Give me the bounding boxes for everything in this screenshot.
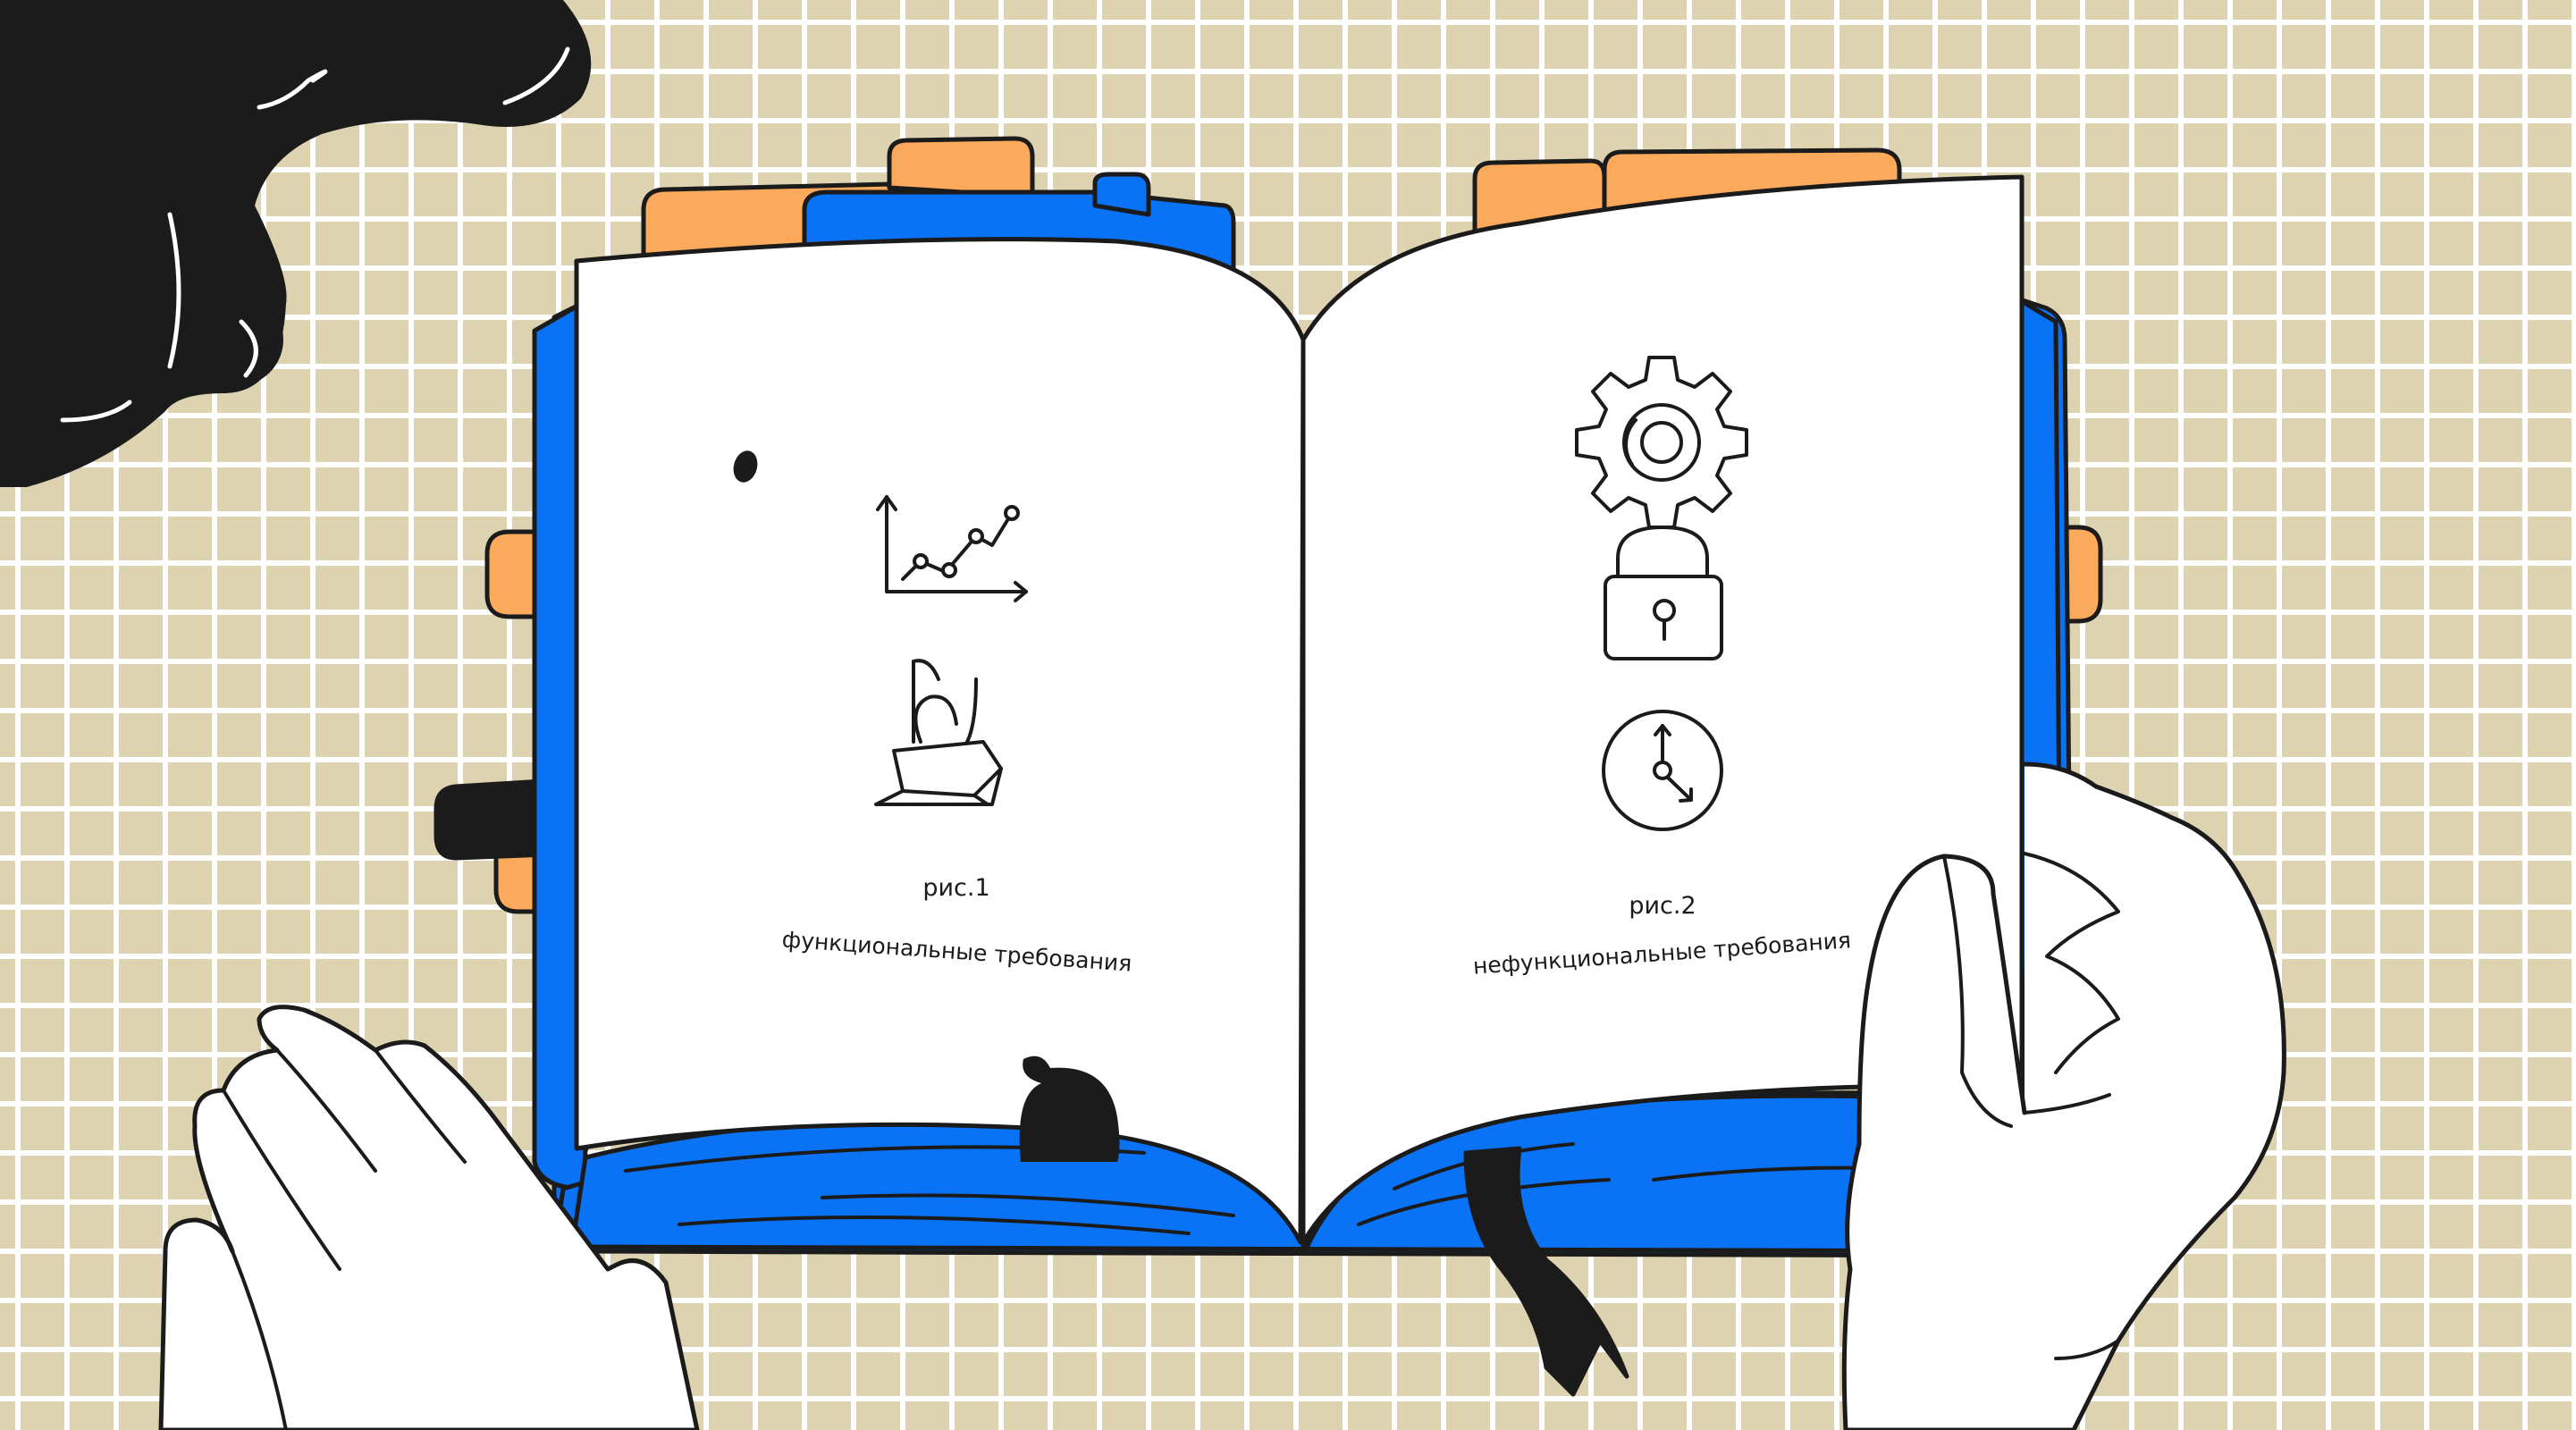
left-page bbox=[574, 237, 1306, 1245]
clock-icon bbox=[1602, 710, 1723, 831]
figure-label-2: рис.2 bbox=[1629, 892, 1696, 920]
person-hair bbox=[0, 0, 592, 487]
book-illustration: .ol { stroke: #1b1b1b; stroke-width: 5; … bbox=[0, 0, 2286, 1430]
gear-icon bbox=[1575, 356, 1748, 529]
figure-label-1: рис.1 bbox=[922, 874, 989, 902]
